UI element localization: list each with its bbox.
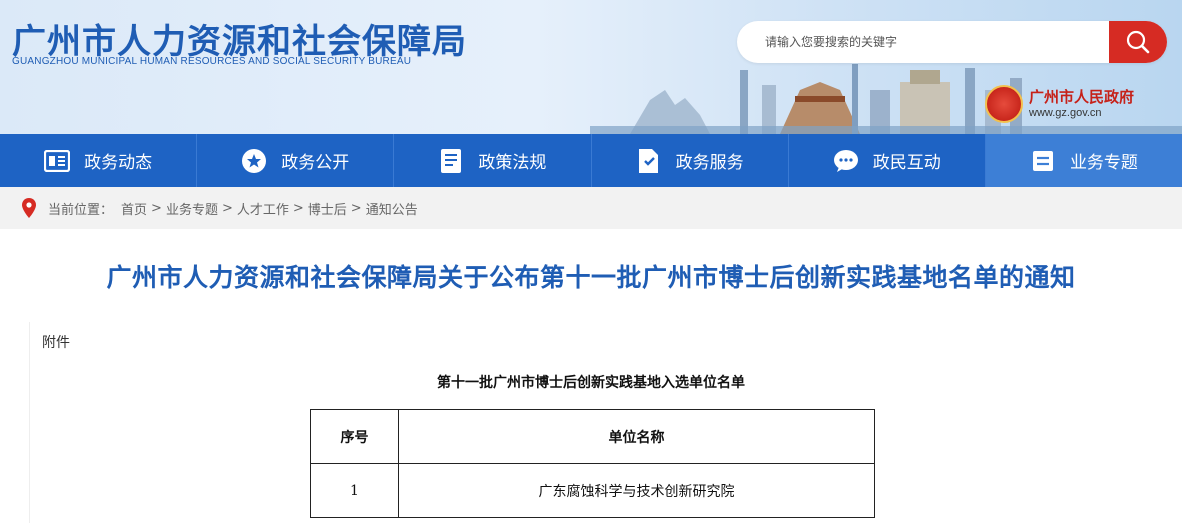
- search-icon: [1126, 30, 1150, 54]
- unit-list-table: 序号 单位名称 1 广东腐蚀科学与技术创新研究院: [310, 409, 875, 518]
- breadcrumb-prefix: 当前位置：: [48, 202, 114, 218]
- nav-label: 政务服务: [675, 153, 744, 173]
- nav-item-topics[interactable]: 业务专题: [985, 134, 1182, 187]
- header-banner: 广州市人力资源和社会保障局 GUANGZHOU MUNICIPAL HUMAN …: [0, 0, 1182, 134]
- breadcrumb-notices[interactable]: 通知公告: [366, 199, 418, 218]
- search-box: [737, 21, 1167, 63]
- column-header-number: 序号: [310, 409, 399, 464]
- table-row: 1 广东腐蚀科学与技术创新研究院: [310, 463, 875, 518]
- search-button[interactable]: [1109, 21, 1167, 63]
- nav-item-services[interactable]: 政务服务: [592, 134, 789, 187]
- breadcrumb-talent[interactable]: 人才工作: [237, 199, 289, 218]
- breadcrumb-separator: >: [221, 200, 233, 216]
- document-icon: [438, 148, 464, 174]
- table-header-row: 序号 单位名称: [310, 409, 875, 464]
- breadcrumb-separator: >: [151, 200, 162, 216]
- chat-icon: [833, 148, 859, 174]
- breadcrumb-topics[interactable]: 业务专题: [166, 199, 218, 218]
- gov-url: www.gz.gov.cn: [1029, 107, 1102, 119]
- row-number: 1: [310, 463, 399, 518]
- breadcrumb-postdoc[interactable]: 博士后: [308, 199, 347, 218]
- main-nav: 政务动态 政务公开 政策法规 政务服务 政民互动 业务专题: [0, 134, 1182, 187]
- table-caption: 第十一批广州市博士后创新实践基地入选单位名单: [437, 375, 745, 391]
- breadcrumb-home[interactable]: 首页: [121, 199, 147, 218]
- breadcrumb-separator: >: [292, 200, 304, 216]
- nav-item-news[interactable]: 政务动态: [0, 134, 198, 187]
- star-icon: [241, 148, 267, 174]
- attachment-label: 附件: [42, 335, 70, 351]
- nav-label: 政务公开: [281, 153, 350, 173]
- unit-name: 广东腐蚀科学与技术创新研究院: [398, 463, 875, 518]
- nav-label: 政务动态: [84, 153, 153, 173]
- list-icon: [1030, 148, 1056, 174]
- nav-item-policy[interactable]: 政策法规: [394, 134, 592, 187]
- location-pin-icon: [22, 198, 36, 218]
- column-header-unit-name: 单位名称: [398, 409, 875, 464]
- national-emblem-icon: [985, 85, 1023, 123]
- breadcrumb: 当前位置： 首页 > 业务专题 > 人才工作 > 博士后 > 通知公告: [0, 187, 1182, 229]
- news-icon: [44, 148, 71, 174]
- nav-item-interaction[interactable]: 政民互动: [789, 134, 986, 187]
- gov-portal-link[interactable]: 广州市人民政府 www.gz.gov.cn: [985, 84, 1175, 124]
- search-input[interactable]: [737, 21, 1109, 63]
- site-subtitle: GUANGZHOU MUNICIPAL HUMAN RESOURCES AND …: [12, 56, 412, 67]
- gov-name: 广州市人民政府: [1029, 88, 1135, 106]
- nav-label: 政民互动: [872, 153, 941, 173]
- service-icon: [636, 148, 662, 174]
- article-title: 广州市人力资源和社会保障局关于公布第十一批广州市博士后创新实践基地名单的通知: [106, 263, 1076, 292]
- nav-item-disclosure[interactable]: 政务公开: [197, 134, 395, 187]
- nav-label: 政策法规: [478, 153, 547, 173]
- nav-label: 业务专题: [1069, 153, 1138, 173]
- breadcrumb-separator: >: [350, 200, 362, 216]
